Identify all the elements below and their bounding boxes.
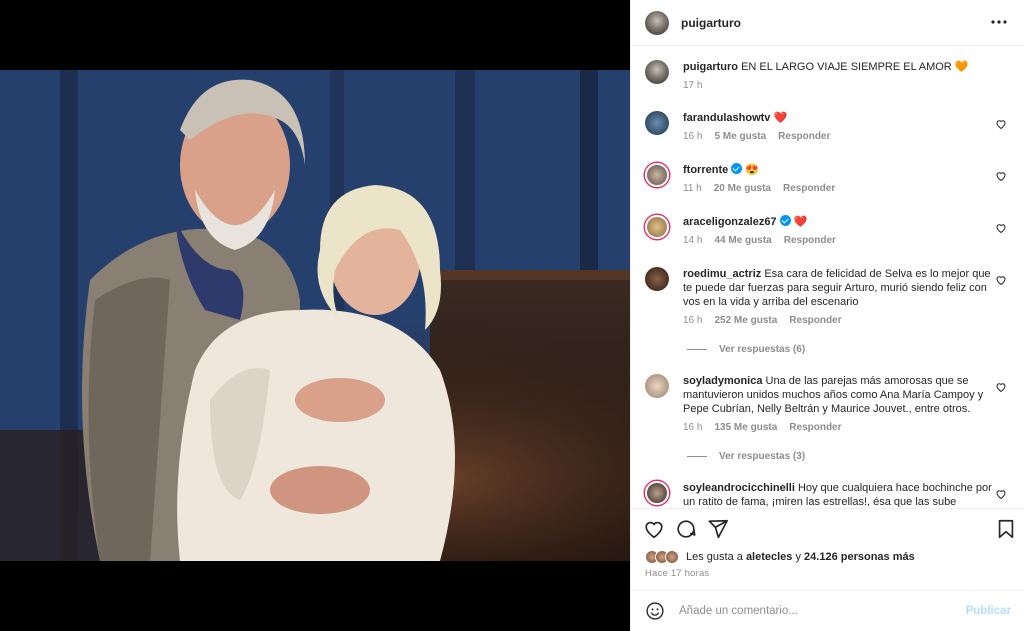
divider-line [687, 349, 707, 350]
comment-text: 😍 [745, 164, 759, 176]
publish-button[interactable]: Publicar [966, 605, 1011, 617]
post-actions-bar [631, 508, 1024, 548]
add-comment-bar: Añade un comentario... Publicar [631, 590, 1024, 631]
commenter-username[interactable]: roedimu_actriz [683, 268, 761, 280]
liker-avatars[interactable] [645, 550, 679, 564]
reply-button[interactable]: Responder [789, 314, 841, 328]
caption-username[interactable]: puigarturo [683, 61, 738, 73]
commenter-avatar[interactable] [645, 163, 669, 187]
comment-likes[interactable]: 135 Me gusta [714, 421, 777, 435]
comment-time[interactable]: 16 h [683, 421, 702, 435]
commenter-avatar[interactable] [645, 374, 669, 398]
post-timestamp[interactable]: Hace 17 horas [645, 568, 709, 579]
commenter-avatar[interactable] [645, 481, 669, 505]
view-replies-label[interactable]: Ver respuestas (6) [719, 344, 805, 355]
commenter-avatar[interactable] [645, 267, 669, 291]
paper-plane-icon[interactable] [707, 518, 729, 540]
reply-button[interactable]: Responder [784, 234, 836, 248]
commenter-username[interactable]: ftorrente [683, 164, 728, 176]
reply-button[interactable]: Responder [778, 130, 830, 144]
comment-text: ❤️ [793, 216, 808, 228]
heart-icon[interactable] [995, 274, 1007, 286]
smiley-icon[interactable] [645, 601, 665, 621]
heart-icon[interactable] [643, 518, 665, 540]
heart-icon[interactable] [995, 118, 1007, 130]
heart-icon[interactable] [995, 170, 1007, 182]
bookmark-icon[interactable] [995, 518, 1017, 540]
comment-icon[interactable] [675, 518, 697, 540]
heart-icon[interactable] [995, 222, 1007, 234]
comment-likes[interactable]: 44 Me gusta [714, 234, 771, 248]
instagram-post-modal: puigarturo puigarturo EN EL LARGO VIAJE … [0, 0, 1024, 631]
commenter-username[interactable]: farandulashowtv [683, 112, 770, 124]
comment-time[interactable]: 11 h [683, 182, 702, 196]
post-media [0, 0, 630, 631]
comment-time[interactable]: 16 h [683, 130, 702, 144]
view-replies-label[interactable]: Ver respuestas (3) [719, 451, 805, 462]
heart-icon[interactable] [995, 488, 1007, 500]
view-replies-button[interactable]: Ver respuestas (3) [687, 451, 805, 462]
comment-time[interactable]: 16 h [683, 314, 702, 328]
commenter-username[interactable]: araceligonzalez67 [683, 216, 777, 228]
verified-badge-icon [731, 163, 743, 174]
heart-icon[interactable] [995, 381, 1007, 393]
comment-likes[interactable]: 5 Me gusta [714, 130, 766, 144]
more-horizontal-icon[interactable] [989, 12, 1009, 32]
caption-text: EN EL LARGO VIAJE SIEMPRE EL AMOR 🧡 [741, 61, 969, 73]
view-replies-button[interactable]: Ver respuestas (6) [687, 344, 805, 355]
author-avatar[interactable] [645, 10, 669, 35]
comment-likes[interactable]: 20 Me gusta [714, 182, 771, 196]
post-header: puigarturo [631, 0, 1024, 46]
post-side-panel: puigarturo puigarturo EN EL LARGO VIAJE … [630, 0, 1024, 631]
likes-count[interactable]: 24.126 personas más [804, 551, 915, 563]
stage-photo-illustration [0, 70, 630, 561]
author-username[interactable]: puigarturo [681, 16, 741, 30]
comment-likes[interactable]: 252 Me gusta [714, 314, 777, 328]
comments-list[interactable]: puigarturo EN EL LARGO VIAJE SIEMPRE EL … [631, 47, 1024, 507]
likes-prefix: Les gusta a [686, 551, 743, 563]
author-avatar[interactable] [645, 60, 669, 84]
reply-button[interactable]: Responder [783, 182, 835, 196]
reply-button[interactable]: Responder [789, 421, 841, 435]
likes-summary: Les gusta a aletecles y 24.126 personas … [645, 550, 915, 564]
commenter-avatar[interactable] [645, 215, 669, 239]
comment-text: ❤️ [773, 112, 788, 124]
verified-badge-icon [779, 215, 791, 226]
commenter-username[interactable]: soyladymonica [683, 375, 762, 387]
divider-line [687, 456, 707, 457]
commenter-avatar[interactable] [645, 111, 669, 135]
comment-time[interactable]: 14 h [683, 234, 702, 248]
likes-joiner: y [795, 551, 801, 563]
caption-time[interactable]: 17 h [683, 79, 702, 93]
liker-username[interactable]: aletecles [746, 551, 792, 563]
post-photo[interactable] [0, 70, 630, 561]
commenter-username[interactable]: soyleandrocicchinelli [683, 482, 795, 494]
